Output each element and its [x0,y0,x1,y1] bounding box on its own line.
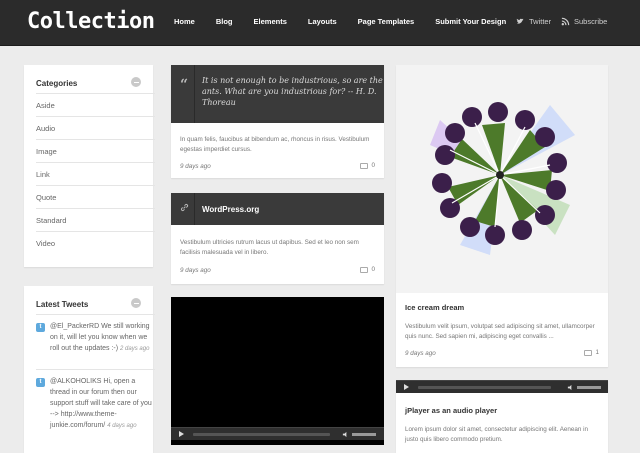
nav-home[interactable]: Home [174,17,195,26]
tweets-title: Latest Tweets [36,300,89,309]
nav-submit-design[interactable]: Submit Your Design [435,17,506,26]
quote-icon: “ [180,77,189,93]
tweet-text[interactable]: @ALKOHOLIKS Hi, open a thread in our for… [50,378,152,429]
nav-layouts[interactable]: Layouts [308,17,337,26]
nav-blog[interactable]: Blog [216,17,233,26]
ice-cream-image [430,102,575,255]
collapse-icon[interactable] [131,298,141,308]
progress-track[interactable] [418,386,551,389]
tweets-widget: Latest Tweets t @El_PackerRD We still wo… [24,286,155,453]
subscribe-label: Subscribe [574,17,608,26]
subscribe-link[interactable]: Subscribe [561,17,607,26]
post-date[interactable]: 9 days ago [180,163,211,170]
collapse-icon[interactable] [131,77,141,87]
twitter-icon: t [36,323,45,332]
category-item-audio[interactable]: Audio [36,116,155,139]
twitter-link[interactable]: Twitter [516,17,551,26]
site-header: Collection Home Blog Elements Layouts Pa… [0,0,640,46]
post-date[interactable]: 9 days ago [180,267,211,274]
link-header: WordPress.org [171,193,384,225]
link-post: WordPress.org Vestibulum ultricies rutru… [171,193,384,284]
post-title[interactable]: jPlayer as an audio player [405,406,497,415]
volume-slider[interactable] [577,386,601,389]
category-list: Aside Audio Image Link Quote Standard Vi… [36,93,155,254]
twitter-icon [516,18,524,24]
main-nav: Home Blog Elements Layouts Page Template… [174,17,527,26]
categories-title: Categories [36,79,78,88]
comment-count[interactable]: 0 [360,266,375,273]
comment-count[interactable]: 0 [360,162,375,169]
twitter-label: Twitter [529,17,552,26]
category-item-standard[interactable]: Standard [36,208,155,231]
link-icon [180,203,189,212]
nav-elements[interactable]: Elements [254,17,287,26]
quote-header: “ It is not enough to be industrious, so… [171,65,384,123]
tweet-item: t @ALKOHOLIKS Hi, open a thread in our f… [36,369,155,453]
category-item-aside[interactable]: Aside [36,93,155,116]
comment-count[interactable]: 1 [584,349,599,356]
video-controls [171,427,384,440]
twitter-icon: t [36,378,45,387]
post-excerpt: In quam felis, faucibus at bibendum ac, … [180,136,370,153]
post-date[interactable]: 9 days ago [405,350,436,357]
tweet-item: t @El_PackerRD We still working on it, w… [36,314,155,369]
rss-icon [561,17,570,26]
comment-icon [360,162,369,169]
category-item-image[interactable]: Image [36,139,155,162]
link-title[interactable]: WordPress.org [202,205,259,214]
quote-text: It is not enough to be industrious, so a… [202,76,383,107]
volume-icon[interactable] [342,431,349,438]
video-player[interactable] [171,297,384,445]
audio-controls [396,380,608,393]
nav-page-templates[interactable]: Page Templates [358,17,415,26]
progress-track[interactable] [193,433,330,436]
comment-icon [584,349,593,356]
tweet-time[interactable]: 4 days ago [107,423,136,429]
play-icon[interactable] [404,384,409,390]
post-excerpt: Vestibulum ultricies rutrum lacus ut dap… [180,239,359,256]
volume-icon[interactable] [567,384,574,391]
categories-widget: Categories Aside Audio Image Link Quote … [24,65,155,267]
play-icon[interactable] [179,431,184,437]
post-excerpt: Vestibulum velit ipsum, volutpat sed adi… [405,323,595,340]
tweet-time[interactable]: 2 days ago [120,346,149,352]
post-title[interactable]: Ice cream dream [405,303,464,312]
featured-image[interactable] [396,65,608,293]
volume-slider[interactable] [352,433,376,436]
quote-post: “ It is not enough to be industrious, so… [171,65,384,178]
category-item-link[interactable]: Link [36,162,155,185]
comment-icon [360,266,369,273]
post-excerpt: Lorem ipsum dolor sit amet, consectetur … [405,426,589,443]
category-item-quote[interactable]: Quote [36,185,155,208]
audio-post: jPlayer as an audio player Lorem ipsum d… [396,380,608,453]
category-item-video[interactable]: Video [36,231,155,254]
image-post: Ice cream dream Vestibulum velit ipsum, … [396,65,608,367]
site-logo[interactable]: Collection [27,9,155,34]
